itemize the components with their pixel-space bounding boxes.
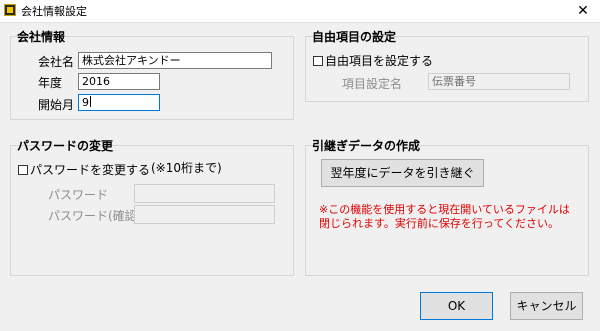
app-logo-icon — [4, 4, 16, 16]
window-title: 会社情報設定 — [21, 5, 87, 18]
custom-field-panel — [305, 36, 589, 102]
field-name-input[interactable]: 伝票番号 — [428, 73, 570, 90]
start-month-input[interactable]: 9 — [78, 94, 160, 111]
carryover-title: 引継ぎデータの作成 — [312, 139, 421, 153]
password-title: パスワードの変更 — [17, 139, 114, 153]
checkbox-icon[interactable] — [313, 56, 323, 66]
close-button[interactable]: ✕ — [566, 0, 600, 22]
year-label: 年度 — [38, 76, 63, 90]
warning-line-1: ※この機能を使用すると現在開いているファイルは — [319, 203, 570, 216]
carryover-button[interactable]: 翌年度にデータを引き継ぐ — [321, 159, 484, 187]
custom-field-title: 自由項目の設定 — [312, 30, 397, 44]
company-name-label: 会社名 — [38, 55, 75, 69]
title-bar: 会社情報設定 ✕ — [0, 0, 600, 23]
custom-field-checkbox[interactable]: 自由項目を設定する — [313, 52, 433, 69]
password-hint: (※10桁まで) — [151, 161, 222, 175]
checkbox-icon[interactable] — [18, 165, 28, 175]
password-confirm-input[interactable] — [134, 205, 275, 224]
field-name-label: 項目設定名 — [342, 77, 403, 91]
password-checkbox[interactable]: パスワードを変更する — [18, 161, 150, 178]
warning-line-2: 閉じられます。実行前に保存を行ってください。 — [319, 217, 560, 230]
company-info-title: 会社情報 — [17, 30, 66, 44]
carryover-warning: ※この機能を使用すると現在開いているファイルは 閉じられます。実行前に保存を行っ… — [319, 203, 579, 231]
cancel-button[interactable]: キャンセル — [510, 292, 583, 320]
start-month-value: 9 — [82, 96, 89, 109]
start-month-label: 開始月 — [38, 98, 75, 112]
password-label: パスワード — [48, 188, 109, 202]
password-input[interactable] — [134, 184, 275, 203]
ok-button[interactable]: OK — [420, 292, 493, 320]
text-caret — [90, 96, 91, 107]
password-checkbox-label: パスワードを変更する — [30, 163, 151, 177]
company-name-input[interactable]: 株式会社アキンドー — [78, 52, 272, 69]
year-input[interactable]: 2016 — [78, 73, 160, 90]
custom-field-checkbox-label: 自由項目を設定する — [325, 54, 434, 68]
password-confirm-label: パスワード(確認) — [48, 209, 142, 223]
